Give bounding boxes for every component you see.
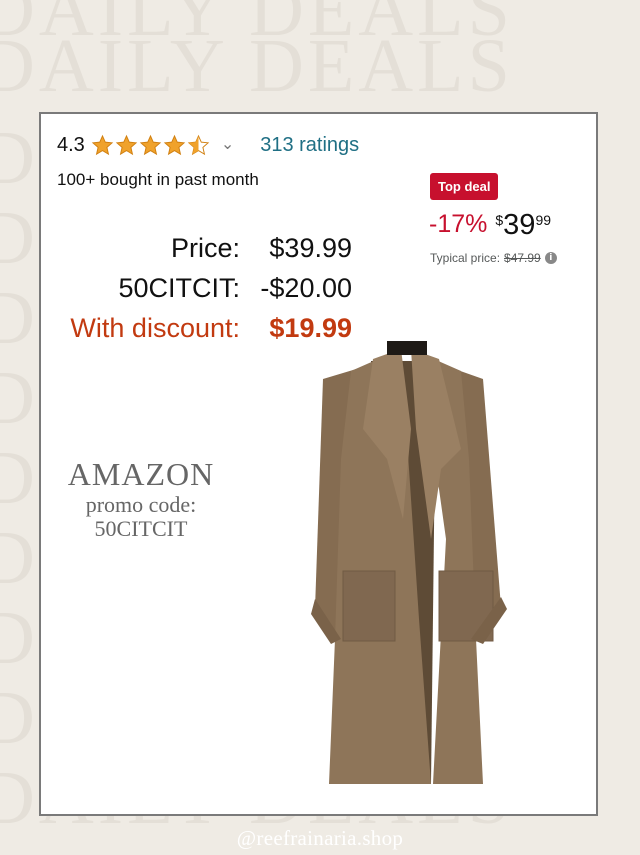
social-handle: @reefrainaria.shop xyxy=(236,826,404,850)
watermark-row: DAILY DEALS xyxy=(0,24,514,108)
breakdown-label: Price: xyxy=(170,233,240,263)
price-currency: $ xyxy=(495,212,504,228)
price-whole: 39 xyxy=(503,209,536,241)
rating-value: 4.3 xyxy=(57,134,85,156)
bought-count: 100+ bought in past month xyxy=(57,170,259,189)
breakdown-row-coupon: 50CITCIT: -$20.00 xyxy=(70,268,352,308)
discount-percent: -17% xyxy=(429,210,488,238)
breakdown-label: 50CITCIT: xyxy=(118,273,240,303)
breakdown-value: $39.99 xyxy=(269,233,352,263)
deal-card: 4.3 ⌄ 313 ratings 100+ bought in past mo… xyxy=(39,112,598,816)
star-rating[interactable] xyxy=(91,134,211,157)
price-breakdown: Price: $39.99 50CITCIT: -$20.00 With disco… xyxy=(70,228,352,348)
breakdown-label: With discount: xyxy=(70,313,240,343)
star-icon xyxy=(91,134,114,156)
top-deal-badge: Top deal xyxy=(430,173,499,200)
deal-price: -17% $ 39 99 xyxy=(429,210,551,240)
promo-code: 50CITCIT xyxy=(94,516,188,541)
breakdown-value: -$20.00 xyxy=(260,273,352,303)
promo-brand: AMAZON xyxy=(67,456,215,492)
star-icon xyxy=(115,134,138,156)
typical-price: Typical price: $47.99 i xyxy=(430,251,557,265)
star-icon xyxy=(163,134,186,156)
chevron-down-icon[interactable]: ⌄ xyxy=(221,134,234,154)
breakdown-row-price: Price: $39.99 xyxy=(70,228,352,268)
rating-row: 4.3 ⌄ 313 ratings xyxy=(57,134,359,157)
coat-product-image[interactable] xyxy=(271,339,541,789)
star-icon xyxy=(139,134,162,156)
info-icon[interactable]: i xyxy=(544,252,557,264)
typical-price-label: Typical price: xyxy=(430,251,501,265)
typical-price-value: $47.99 xyxy=(504,251,541,265)
star-half-icon xyxy=(187,134,210,156)
promo-label: promo code: xyxy=(85,492,197,517)
promo-block: AMAZON promo code: 50CITCIT xyxy=(41,456,241,541)
price-cents: 99 xyxy=(535,212,552,228)
ratings-link[interactable]: 313 ratings xyxy=(260,134,359,157)
